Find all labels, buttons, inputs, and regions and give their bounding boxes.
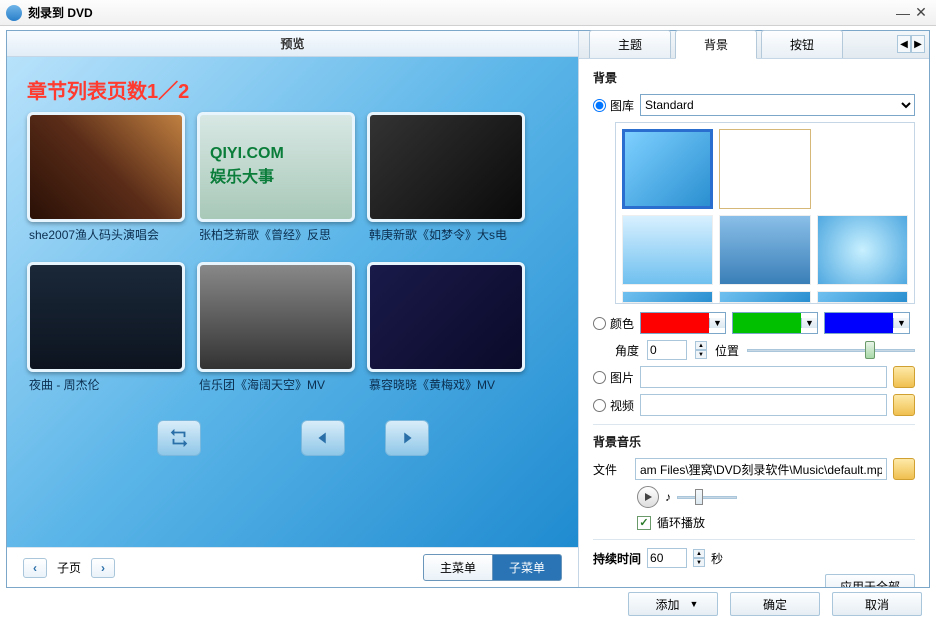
bg-section-title: 背景	[593, 69, 915, 86]
bg-thumb-grid	[615, 122, 915, 304]
side-pane: 主题 背景 按钮 ◀ ▶ 背景 图库 Standard	[579, 31, 929, 587]
preview-header: 预览	[7, 31, 578, 57]
angle-input[interactable]	[647, 340, 687, 360]
color-select-2[interactable]: ▼	[732, 312, 818, 334]
chapter-thumb[interactable]	[367, 262, 525, 372]
thumb-label: 慕容晓晓《黄梅戏》MV	[367, 372, 525, 406]
tab-scroll-right[interactable]: ▶	[911, 35, 925, 53]
thumb-label: 韩庚新歌《如梦令》大s电	[367, 222, 525, 256]
color-select-1[interactable]: ▼	[640, 312, 726, 334]
color-radio[interactable]: 颜色	[593, 315, 634, 332]
prev-page-button[interactable]	[301, 420, 345, 456]
music-section-title: 背景音乐	[593, 433, 915, 450]
tab-scroll-left[interactable]: ◀	[897, 35, 911, 53]
video-browse-button[interactable]	[893, 394, 915, 416]
tab-theme[interactable]: 主题	[589, 30, 671, 58]
add-button[interactable]: 添加▼	[628, 592, 718, 616]
thumb-label: 信乐团《海阔天空》MV	[197, 372, 355, 406]
ok-button[interactable]: 确定	[730, 592, 820, 616]
preview-body: 章节列表页数1／2 she2007渔人码头演唱会 张柏芝新歌《曾经》反思 韩庚新…	[7, 57, 578, 547]
music-file-input[interactable]	[635, 458, 887, 480]
close-button[interactable]: ✕	[912, 4, 930, 22]
bg-thumb[interactable]	[719, 291, 810, 303]
bottom-bar: 添加▼ 确定 取消	[0, 588, 936, 620]
loop-button[interactable]	[157, 420, 201, 456]
loop-label: 循环播放	[657, 514, 705, 531]
next-page-button[interactable]	[385, 420, 429, 456]
chapter-thumb[interactable]	[367, 112, 525, 222]
chapter-thumb[interactable]	[197, 112, 355, 222]
position-slider[interactable]	[747, 340, 915, 360]
apply-all-button[interactable]: 应用于全部	[825, 574, 915, 587]
bg-thumb[interactable]	[622, 291, 713, 303]
color-select-3[interactable]: ▼	[824, 312, 910, 334]
window-title: 刻录到 DVD	[28, 4, 93, 21]
bg-thumb[interactable]	[622, 215, 713, 285]
bg-thumb[interactable]	[817, 215, 908, 285]
preview-footer: ‹ 子页 › 主菜单 子菜单	[7, 547, 578, 587]
bg-thumb[interactable]	[622, 129, 713, 209]
chapter-thumb[interactable]	[197, 262, 355, 372]
angle-spinner[interactable]: ▲▼	[695, 341, 707, 359]
angle-label: 角度	[615, 342, 639, 359]
tab-background[interactable]: 背景	[675, 30, 757, 59]
volume-slider[interactable]	[677, 487, 737, 507]
pic-path-input[interactable]	[640, 366, 887, 388]
preview-pane: 预览 章节列表页数1／2 she2007渔人码头演唱会 张柏芝新歌《曾经》反思 …	[7, 31, 579, 587]
duration-label: 持续时间	[593, 550, 641, 567]
minimize-button[interactable]: —	[894, 4, 912, 22]
pic-radio[interactable]: 图片	[593, 369, 634, 386]
thumb-label: she2007渔人码头演唱会	[27, 222, 185, 256]
tab-button[interactable]: 按钮	[761, 30, 843, 58]
music-file-label: 文件	[593, 461, 629, 478]
subpage-prev-button[interactable]: ‹	[23, 558, 47, 578]
video-path-input[interactable]	[640, 394, 887, 416]
thumb-label: 张柏芝新歌《曾经》反思	[197, 222, 355, 256]
chevron-down-icon: ▼	[690, 599, 699, 609]
tabbar: 主题 背景 按钮 ◀ ▶	[579, 31, 929, 59]
lib-select[interactable]: Standard	[640, 94, 915, 116]
subpage-label: 子页	[57, 559, 81, 576]
chapter-thumb[interactable]	[27, 262, 185, 372]
chapter-thumb[interactable]	[27, 112, 185, 222]
sub-menu-tab[interactable]: 子菜单	[493, 554, 562, 581]
lib-radio[interactable]: 图库	[593, 97, 634, 114]
thumb-label: 夜曲 - 周杰伦	[27, 372, 185, 406]
bg-thumb[interactable]	[719, 129, 810, 209]
play-button[interactable]	[637, 486, 659, 508]
main-menu-tab[interactable]: 主菜单	[423, 554, 493, 581]
pic-browse-button[interactable]	[893, 366, 915, 388]
app-icon	[6, 5, 22, 21]
titlebar: 刻录到 DVD — ✕	[0, 0, 936, 26]
position-label: 位置	[715, 342, 739, 359]
loop-checkbox[interactable]: ✓	[637, 516, 651, 530]
bg-thumb[interactable]	[719, 215, 810, 285]
duration-unit: 秒	[711, 550, 723, 567]
cancel-button[interactable]: 取消	[832, 592, 922, 616]
music-browse-button[interactable]	[893, 458, 915, 480]
music-note-icon: ♪	[665, 490, 671, 504]
subpage-next-button[interactable]: ›	[91, 558, 115, 578]
duration-spinner[interactable]: ▲▼	[693, 549, 705, 567]
bg-thumb[interactable]	[817, 291, 908, 303]
duration-input[interactable]	[647, 548, 687, 568]
chapter-title: 章节列表页数1／2	[27, 75, 558, 104]
video-radio[interactable]: 视频	[593, 397, 634, 414]
